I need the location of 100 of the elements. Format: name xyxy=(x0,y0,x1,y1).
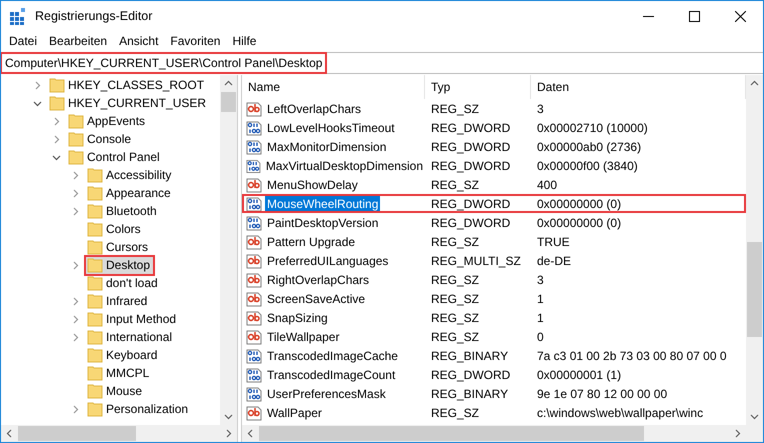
menu-item[interactable]: Favoriten xyxy=(164,34,226,48)
vertical-scrollbar[interactable] xyxy=(746,75,763,425)
tree-item[interactable]: Infrared xyxy=(86,292,150,310)
tree-item[interactable]: Control Panel xyxy=(67,148,163,166)
value-row[interactable]: TranscodedImageCount REG_DWORD 0x00000001 (1) xyxy=(242,365,746,384)
scroll-up-icon[interactable] xyxy=(224,79,233,88)
value-type: REG_DWORD xyxy=(431,158,510,172)
value-row[interactable]: MenuShowDelay REG_SZ 400 xyxy=(242,175,746,194)
value-row[interactable]: LeftOverlapChars REG_SZ 3 xyxy=(242,99,746,118)
scrollbar-thumb[interactable] xyxy=(18,426,136,441)
scroll-left-icon[interactable] xyxy=(5,429,14,438)
tree-item[interactable]: Desktop xyxy=(86,256,154,274)
scroll-right-icon[interactable] xyxy=(224,429,233,438)
folder-icon xyxy=(68,149,84,165)
chevron-right-icon[interactable] xyxy=(52,116,61,126)
scroll-down-icon[interactable] xyxy=(750,412,759,421)
folder-icon xyxy=(87,401,103,417)
value-row[interactable]: TranscodedImageCache REG_BINARY 7a c3 01 00 2b 73 03 00 80 07 00 0 xyxy=(242,346,746,365)
scroll-right-icon[interactable] xyxy=(733,429,742,438)
tree-item[interactable]: Accessibility xyxy=(86,166,174,184)
highlighted-row[interactable]: MouseWheelRouting REG_DWORD 0x00000000 (0) xyxy=(242,194,746,213)
vertical-scrollbar[interactable] xyxy=(220,75,237,425)
binary-value-icon xyxy=(246,348,262,364)
value-name: TranscodedImageCache xyxy=(266,348,399,364)
address-field[interactable]: Computer\HKEY_CURRENT_USER\Control Panel\Desktop xyxy=(2,54,326,72)
value-row[interactable]: MaxVirtualDesktopDimension REG_DWORD 0x00000f00 (3840) xyxy=(242,156,746,175)
close-icon xyxy=(734,10,746,22)
tree-item[interactable]: Appearance xyxy=(86,184,174,202)
chevron-right-icon[interactable] xyxy=(71,188,80,198)
tree-item[interactable]: Mouse xyxy=(86,382,146,400)
chevron-right-icon[interactable] xyxy=(71,314,80,324)
value-name: Pattern Upgrade xyxy=(266,234,356,250)
folder-icon xyxy=(87,383,103,399)
value-row[interactable]: SnapSizing REG_SZ 1 xyxy=(242,308,746,327)
menu-item[interactable]: Bearbeiten xyxy=(43,34,114,48)
value-row[interactable]: LowLevelHooksTimeout REG_DWORD 0x00002710 (10000) xyxy=(242,118,746,137)
value-type: REG_SZ xyxy=(431,178,480,192)
chevron-right-icon[interactable] xyxy=(71,404,80,414)
folder-icon xyxy=(87,329,103,345)
chevron-down-icon[interactable] xyxy=(52,152,61,162)
tree-item[interactable]: Colors xyxy=(86,220,144,238)
tree-item[interactable]: Keyboard xyxy=(86,346,160,364)
chevron-right-icon[interactable] xyxy=(71,260,80,270)
value-row[interactable]: MaxMonitorDimension REG_DWORD 0x00000ab0 (2736) xyxy=(242,137,746,156)
value-type: REG_DWORD xyxy=(431,140,510,154)
tree-item[interactable]: HKEY_CURRENT_USER xyxy=(48,94,210,112)
value-row[interactable]: Pattern Upgrade REG_SZ TRUE xyxy=(242,232,746,251)
value-row[interactable]: TileWallpaper REG_SZ 0 xyxy=(242,327,746,346)
chevron-right-icon[interactable] xyxy=(52,134,61,144)
chevron-right-icon[interactable] xyxy=(33,80,42,90)
menu-item[interactable]: Hilfe xyxy=(226,34,262,48)
horizontal-scrollbar[interactable] xyxy=(1,425,237,442)
tree-item[interactable]: Cursors xyxy=(86,238,152,256)
folder-icon xyxy=(68,131,84,147)
value-data: 0x00002710 (10000) xyxy=(537,120,648,134)
folder-icon xyxy=(68,113,84,129)
chevron-right-icon[interactable] xyxy=(71,170,80,180)
tree-item[interactable]: Input Method xyxy=(86,310,180,328)
folder-icon xyxy=(87,365,103,381)
folder-icon xyxy=(87,257,103,273)
column-header[interactable]: Typ xyxy=(425,75,531,99)
chevron-down-icon[interactable] xyxy=(33,98,42,108)
tree-item[interactable]: AppEvents xyxy=(67,112,148,130)
tree-item[interactable]: Console xyxy=(67,130,134,148)
tree-item[interactable]: Personalization xyxy=(86,400,192,418)
scrollbar-thumb[interactable] xyxy=(259,426,644,441)
menu-item[interactable]: Ansicht xyxy=(113,34,164,48)
scrollbar-thumb[interactable] xyxy=(747,242,762,337)
chevron-right-icon[interactable] xyxy=(71,206,80,216)
folder-icon xyxy=(87,185,103,201)
scroll-down-icon[interactable] xyxy=(224,412,233,421)
value-row[interactable]: UserPreferencesMask REG_BINARY 9e 1e 07 80 12 00 00 00 xyxy=(242,384,746,403)
tree-item[interactable]: don't load xyxy=(86,274,161,292)
value-data: 7a c3 01 00 2b 73 03 00 80 07 00 0 xyxy=(537,348,726,362)
folder-icon xyxy=(87,167,103,183)
value-type: REG_SZ xyxy=(431,272,480,286)
chevron-right-icon[interactable] xyxy=(71,296,80,306)
scrollbar-thumb[interactable] xyxy=(221,92,236,112)
value-row[interactable]: PreferredUILanguages REG_MULTI_SZ de-DE xyxy=(242,251,746,270)
string-value-icon xyxy=(246,290,262,306)
column-header[interactable]: Name xyxy=(242,75,425,99)
value-type: REG_BINARY xyxy=(431,348,508,362)
horizontal-scrollbar[interactable] xyxy=(242,425,763,442)
tree-item[interactable]: MMCPL xyxy=(86,364,152,382)
tree-item[interactable]: International xyxy=(86,328,176,346)
value-row[interactable]: ScreenSaveActive REG_SZ 1 xyxy=(242,289,746,308)
chevron-right-icon[interactable] xyxy=(71,332,80,342)
tree-item[interactable]: Bluetooth xyxy=(86,202,160,220)
string-value-icon xyxy=(246,272,262,288)
tree-item[interactable]: HKEY_CLASSES_ROOT xyxy=(48,76,208,94)
value-name: TranscodedImageCount xyxy=(266,366,396,382)
value-row[interactable]: WallPaper REG_SZ c:\windows\web\wallpaper\winc xyxy=(242,403,746,422)
scroll-up-icon[interactable] xyxy=(750,79,759,88)
scroll-left-icon[interactable] xyxy=(246,429,255,438)
value-data: 1 xyxy=(537,310,544,324)
binary-value-icon xyxy=(246,196,262,212)
value-row[interactable]: RightOverlapChars REG_SZ 3 xyxy=(242,270,746,289)
menu-item[interactable]: Datei xyxy=(3,34,44,48)
value-type: REG_DWORD xyxy=(431,368,510,382)
value-row[interactable]: PaintDesktopVersion REG_DWORD 0x00000000 (0) xyxy=(242,213,746,232)
